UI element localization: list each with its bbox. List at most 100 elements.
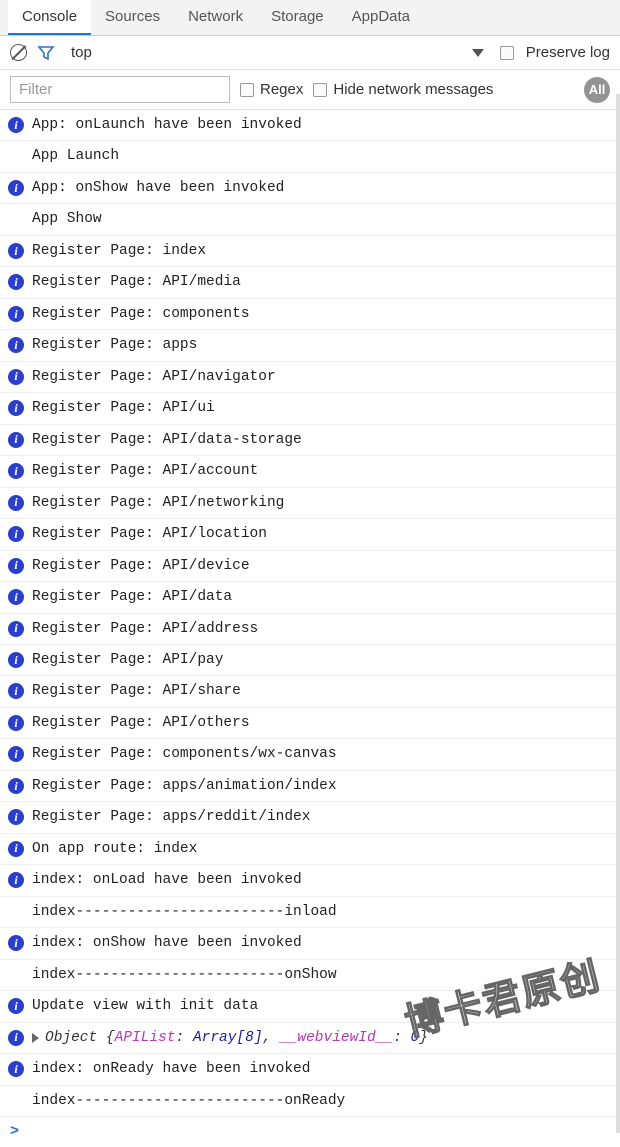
log-message: App Launch <box>8 145 614 167</box>
info-icon: i <box>8 1061 24 1077</box>
log-row[interactable]: i Register Page: API/networking <box>0 488 620 519</box>
info-icon: i <box>8 1030 24 1046</box>
log-message: Register Page: API/device <box>32 555 614 577</box>
info-icon: i <box>8 526 24 542</box>
log-row[interactable]: i App: onLaunch have been invoked <box>0 110 620 141</box>
info-icon: i <box>8 369 24 385</box>
log-row[interactable]: iRegister Page: apps <box>0 330 620 361</box>
info-icon: i <box>8 746 24 762</box>
log-row[interactable]: iRegister Page: components/wx-canvas <box>0 739 620 770</box>
log-row[interactable]: i Register Page: API/pay <box>0 645 620 676</box>
context-selector[interactable]: top <box>65 41 98 64</box>
log-message: index------------------------onShow <box>8 964 614 986</box>
disclosure-triangle-icon[interactable] <box>32 1033 39 1043</box>
log-row[interactable]: iRegister Page: API/others <box>0 708 620 739</box>
log-row[interactable]: iRegister Page: API/device <box>0 551 620 582</box>
log-message: Register Page: apps <box>32 334 614 356</box>
info-icon: i <box>8 778 24 794</box>
tab-appdata[interactable]: AppData <box>338 0 424 35</box>
tab-console[interactable]: Console <box>8 0 91 35</box>
level-all-badge[interactable]: All <box>584 77 610 103</box>
obj-sep: , <box>263 1030 280 1046</box>
log-row[interactable]: iRegister Page: API/data-storage <box>0 425 620 456</box>
log-row[interactable]: iRegister Page: API/account <box>0 456 620 487</box>
info-icon: i <box>8 117 24 133</box>
log-row[interactable]: i Register Page: API/address <box>0 614 620 645</box>
log-row[interactable]: iRegister Page: API/data <box>0 582 620 613</box>
info-icon: i <box>8 998 24 1014</box>
log-message: App: onLaunch have been invoked <box>32 114 614 136</box>
log-message: Register Page: API/account <box>32 460 614 482</box>
hide-network-label: Hide network messages <box>333 81 493 98</box>
info-icon: i <box>8 243 24 259</box>
obj-suffix: } <box>419 1030 428 1046</box>
log-message: App Show <box>8 208 614 230</box>
console-log-list: i App: onLaunch have been invoked App Laun… <box>0 110 620 1117</box>
info-icon: i <box>8 935 24 951</box>
scrollbar-track[interactable] <box>616 94 620 1133</box>
info-icon: i <box>8 432 24 448</box>
log-row[interactable]: iindex: onShow have been invoked <box>0 928 620 959</box>
log-row[interactable]: App Show <box>0 204 620 235</box>
log-message: Register Page: index <box>32 240 614 262</box>
console-prompt[interactable]: > <box>0 1117 620 1146</box>
log-row[interactable]: i Register Page: index <box>0 236 620 267</box>
log-row[interactable]: i Object {APIList: Array[8], __webviewId_… <box>0 1023 620 1054</box>
console-toolbar: top Preserve log <box>0 36 620 70</box>
tab-storage[interactable]: Storage <box>257 0 338 35</box>
info-icon: i <box>8 652 24 668</box>
level-dropdown-caret-icon[interactable] <box>472 49 484 57</box>
log-row[interactable]: i index: onLoad have been invoked <box>0 865 620 896</box>
log-row[interactable]: iRegister Page: apps/animation/index <box>0 771 620 802</box>
info-icon: i <box>8 274 24 290</box>
info-icon: i <box>8 872 24 888</box>
obj-prefix: Object { <box>45 1030 115 1046</box>
log-row[interactable]: iRegister Page: components <box>0 299 620 330</box>
log-row[interactable]: iUpdate view with init data <box>0 991 620 1022</box>
log-row[interactable]: iRegister Page: apps/reddit/index <box>0 802 620 833</box>
log-message: index------------------------inload <box>8 901 614 923</box>
log-message: Register Page: API/pay <box>32 649 614 671</box>
log-message: index: onLoad have been invoked <box>32 869 614 891</box>
filter-input[interactable] <box>10 76 230 103</box>
info-icon: i <box>8 841 24 857</box>
info-icon: i <box>8 495 24 511</box>
info-icon: i <box>8 400 24 416</box>
log-row[interactable]: i Register Page: API/ui <box>0 393 620 424</box>
tab-sources[interactable]: Sources <box>91 0 174 35</box>
log-object[interactable]: Object {APIList: Array[8], __webviewId__… <box>45 1027 614 1049</box>
preserve-log-label: Preserve log <box>526 44 610 61</box>
log-message: index: onReady have been invoked <box>32 1058 614 1080</box>
log-message: index------------------------onReady <box>8 1090 614 1112</box>
log-row[interactable]: i Register Page: API/navigator <box>0 362 620 393</box>
log-row[interactable]: index------------------------inload <box>0 897 620 928</box>
log-row[interactable]: i Register Page: API/share <box>0 676 620 707</box>
log-row[interactable]: i index: onReady have been invoked <box>0 1054 620 1085</box>
regex-checkbox[interactable] <box>240 83 254 97</box>
log-message: Register Page: API/data <box>32 586 614 608</box>
tab-network[interactable]: Network <box>174 0 257 35</box>
clear-console-icon[interactable] <box>10 44 27 61</box>
log-message: Register Page: API/address <box>32 618 614 640</box>
log-message: Register Page: API/location <box>32 523 614 545</box>
log-row[interactable]: App Launch <box>0 141 620 172</box>
log-row[interactable]: index------------------------onShow <box>0 960 620 991</box>
log-message: Register Page: API/networking <box>32 492 614 514</box>
filter-funnel-icon[interactable] <box>37 44 55 62</box>
log-row[interactable]: index------------------------onReady <box>0 1086 620 1117</box>
preserve-log-checkbox[interactable] <box>500 46 514 60</box>
log-message: Register Page: API/ui <box>32 397 614 419</box>
info-icon: i <box>8 809 24 825</box>
log-row[interactable]: iOn app route: index <box>0 834 620 865</box>
obj-key: __webviewId__ <box>280 1030 393 1046</box>
info-icon: i <box>8 683 24 699</box>
hide-network-checkbox[interactable] <box>313 83 327 97</box>
obj-value: Array[8] <box>193 1030 263 1046</box>
log-row[interactable]: iApp: onShow have been invoked <box>0 173 620 204</box>
log-row[interactable]: iRegister Page: API/media <box>0 267 620 298</box>
info-icon: i <box>8 621 24 637</box>
log-message: Register Page: API/navigator <box>32 366 614 388</box>
regex-label: Regex <box>260 81 303 98</box>
log-row[interactable]: i Register Page: API/location <box>0 519 620 550</box>
log-message: Register Page: API/share <box>32 680 614 702</box>
